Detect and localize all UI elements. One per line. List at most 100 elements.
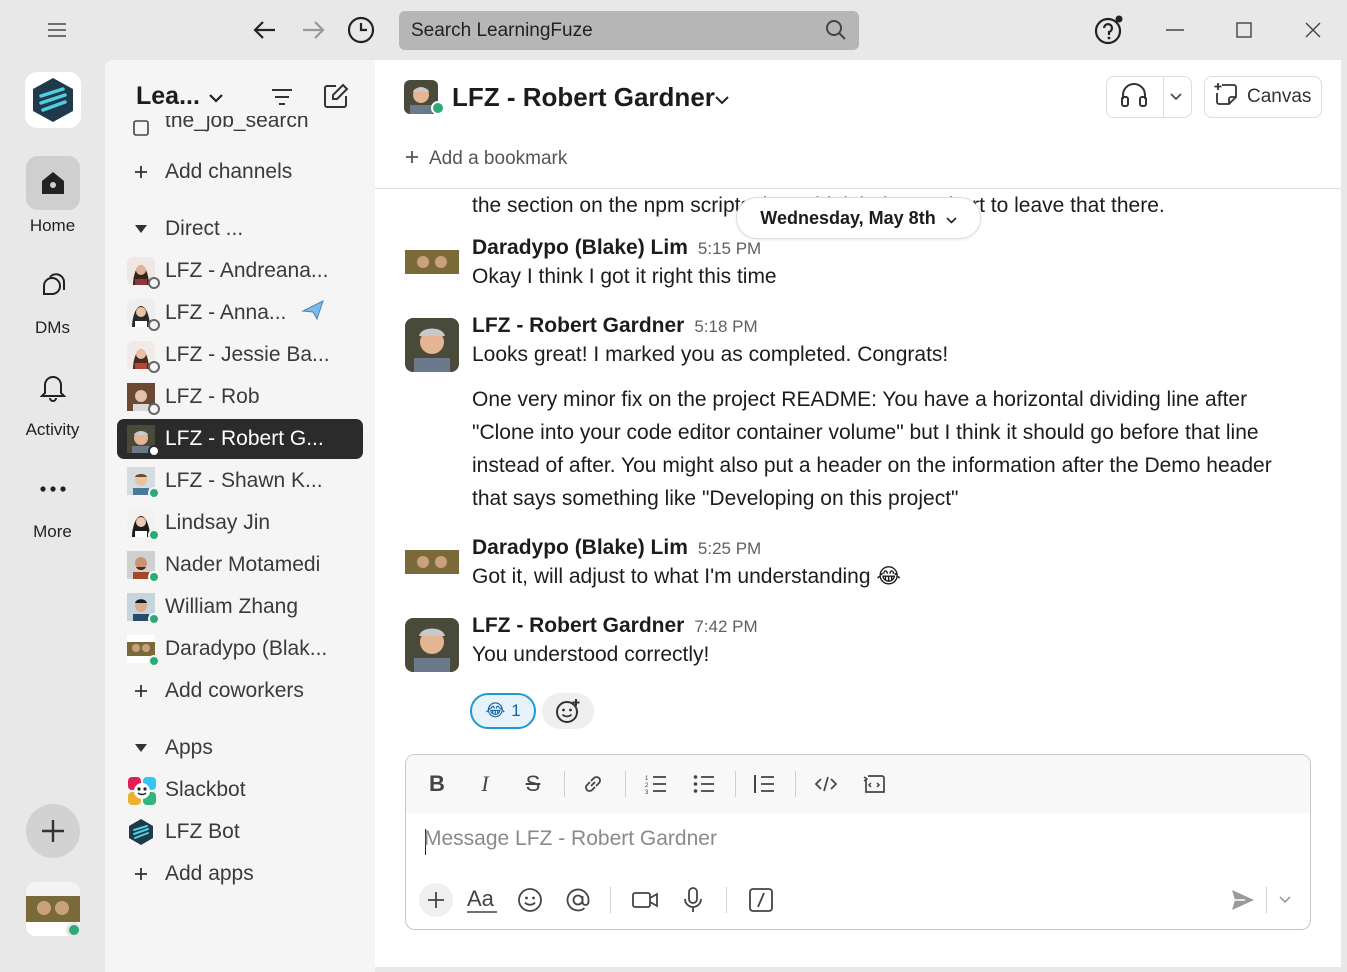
code-block-icon[interactable] bbox=[859, 769, 889, 799]
chevron-down-icon[interactable] bbox=[715, 92, 729, 110]
svg-text:2: 2 bbox=[645, 783, 649, 789]
compose-icon[interactable] bbox=[322, 82, 350, 115]
message-author[interactable]: LFZ - Robert Gardner bbox=[472, 614, 684, 637]
rail-activity[interactable]: Activity bbox=[0, 360, 105, 440]
conversation-pane: LFZ - Robert Gardner Canvas Add a bookma… bbox=[375, 60, 1341, 967]
reaction-pill[interactable]: 😂 1 bbox=[470, 693, 536, 729]
reaction-emoji: 😂 bbox=[485, 701, 506, 720]
bold-icon[interactable]: B bbox=[422, 769, 452, 799]
direct-section-label: Direct ... bbox=[165, 217, 244, 240]
formatting-toggle-icon[interactable]: Aa bbox=[465, 883, 499, 917]
message[interactable]: LFZ - Robert Gardner 5:18 PM Looks great!… bbox=[405, 314, 1315, 524]
sidebar-item-the-job-search[interactable]: the_job_search bbox=[117, 116, 363, 140]
bullet-list-icon[interactable] bbox=[689, 769, 719, 799]
sidebar-item-dm[interactable]: LFZ - Shawn K... bbox=[117, 461, 363, 501]
create-new-button[interactable] bbox=[26, 804, 80, 858]
avatar[interactable] bbox=[405, 318, 459, 372]
presence-online-dot bbox=[148, 487, 160, 499]
chevron-down-icon[interactable] bbox=[1268, 883, 1302, 917]
caret-down-icon bbox=[117, 224, 165, 234]
svg-text:1: 1 bbox=[645, 776, 649, 782]
presence-online-dot bbox=[148, 571, 160, 583]
chevron-down-icon[interactable] bbox=[1170, 88, 1182, 106]
history-clock-icon[interactable] bbox=[341, 10, 381, 50]
svg-text:3: 3 bbox=[645, 790, 649, 794]
workspace-name[interactable]: Lea... bbox=[136, 82, 200, 111]
maximize-icon[interactable] bbox=[1226, 12, 1262, 48]
avatar[interactable] bbox=[405, 542, 459, 590]
message-timestamp[interactable]: 7:42 PM bbox=[694, 617, 757, 636]
date-divider-pill[interactable]: Wednesday, May 8th bbox=[736, 197, 981, 239]
sidebar-item-dm-active[interactable]: LFZ - Robert G... bbox=[117, 419, 363, 459]
attach-plus-button[interactable] bbox=[419, 883, 453, 917]
message[interactable]: Daradypo (Blake) Lim 5:25 PM Got it, will… bbox=[405, 536, 1315, 606]
rail-activity-label: Activity bbox=[25, 420, 80, 439]
sidebar-item-dm[interactable]: LFZ - Jessie Ba... bbox=[117, 335, 363, 375]
rail-home[interactable]: Home bbox=[0, 156, 105, 236]
add-bookmark-button[interactable]: Add a bookmark bbox=[405, 148, 567, 170]
sidebar-item-slackbot[interactable]: Slackbot bbox=[117, 770, 363, 810]
sidebar-item-dm[interactable]: LFZ - Anna... bbox=[117, 293, 363, 333]
sidebar-item-dm[interactable]: LFZ - Andreana... bbox=[117, 251, 363, 291]
link-icon[interactable] bbox=[578, 769, 608, 799]
add-apps-button[interactable]: Add apps bbox=[117, 854, 363, 894]
message-author[interactable]: Daradypo (Blake) Lim bbox=[472, 236, 688, 259]
blockquote-icon[interactable] bbox=[749, 769, 779, 799]
sidebar-item-dm[interactable]: William Zhang bbox=[117, 587, 363, 627]
forward-arrow-icon[interactable] bbox=[293, 10, 333, 50]
apps-section-header[interactable]: Apps bbox=[117, 728, 363, 768]
plus-icon bbox=[428, 892, 444, 908]
minimize-icon[interactable] bbox=[1157, 12, 1193, 48]
avatar[interactable] bbox=[405, 618, 459, 672]
close-icon[interactable] bbox=[1295, 12, 1331, 48]
help-icon[interactable] bbox=[1089, 10, 1129, 50]
emoji-icon[interactable] bbox=[513, 883, 547, 917]
headphones-icon bbox=[1120, 82, 1148, 113]
mention-icon[interactable] bbox=[561, 883, 595, 917]
plus-icon bbox=[405, 148, 419, 170]
message[interactable]: LFZ - Robert Gardner 7:42 PM You understo… bbox=[405, 614, 1315, 744]
left-rail: Home DMs Activity More bbox=[0, 60, 105, 972]
back-arrow-icon[interactable] bbox=[245, 10, 285, 50]
message-author[interactable]: LFZ - Robert Gardner bbox=[472, 314, 684, 337]
chevron-down-icon[interactable] bbox=[208, 90, 224, 108]
strikethrough-icon[interactable]: S bbox=[518, 769, 548, 799]
add-reaction-button[interactable] bbox=[542, 693, 594, 729]
message-author[interactable]: Daradypo (Blake) Lim bbox=[472, 536, 688, 559]
rail-more[interactable]: More bbox=[0, 462, 105, 542]
filter-icon[interactable] bbox=[270, 87, 294, 112]
add-coworkers-button[interactable]: Add coworkers bbox=[117, 671, 363, 711]
italic-icon[interactable]: I bbox=[470, 769, 500, 799]
message-timestamp[interactable]: 5:18 PM bbox=[694, 317, 757, 336]
canvas-button[interactable]: Canvas bbox=[1204, 76, 1322, 118]
sidebar-item-dm[interactable]: Daradypo (Blak... bbox=[117, 629, 363, 669]
huddle-button[interactable] bbox=[1106, 76, 1192, 118]
avatar bbox=[127, 257, 160, 289]
ordered-list-icon[interactable]: 123 bbox=[641, 769, 671, 799]
message-timestamp[interactable]: 5:25 PM bbox=[698, 539, 761, 558]
sidebar-item-dm[interactable]: LFZ - Rob bbox=[117, 377, 363, 417]
workspace-logo[interactable] bbox=[25, 72, 81, 128]
sidebar-item-label: LFZ - Jessie Ba... bbox=[165, 343, 330, 366]
presence-away-dot bbox=[148, 403, 160, 415]
channel-title[interactable]: LFZ - Robert Gardner bbox=[452, 82, 715, 113]
message[interactable]: Daradypo (Blake) Lim 5:15 PM Okay I think… bbox=[405, 236, 1315, 306]
send-icon[interactable] bbox=[1226, 883, 1260, 917]
message-input[interactable]: Message LFZ - Robert Gardner bbox=[424, 827, 1284, 851]
add-channels-button[interactable]: Add channels bbox=[117, 152, 363, 192]
menu-icon[interactable] bbox=[37, 10, 77, 50]
direct-messages-section-header[interactable]: Direct ... bbox=[117, 209, 363, 249]
microphone-icon[interactable] bbox=[676, 883, 710, 917]
divider bbox=[795, 771, 796, 797]
rail-dms[interactable]: DMs bbox=[0, 258, 105, 338]
sidebar-item-lfz-bot[interactable]: LFZ Bot bbox=[117, 812, 363, 852]
search-bar[interactable]: Search LearningFuze bbox=[399, 11, 859, 50]
video-clip-icon[interactable] bbox=[628, 883, 662, 917]
slash-command-icon[interactable] bbox=[744, 883, 778, 917]
code-icon[interactable] bbox=[811, 769, 841, 799]
sidebar-item-dm[interactable]: Nader Motamedi bbox=[117, 545, 363, 585]
avatar[interactable] bbox=[405, 242, 459, 290]
sidebar-item-dm[interactable]: Lindsay Jin bbox=[117, 503, 363, 543]
divider bbox=[564, 771, 565, 797]
message-timestamp[interactable]: 5:15 PM bbox=[698, 239, 761, 258]
